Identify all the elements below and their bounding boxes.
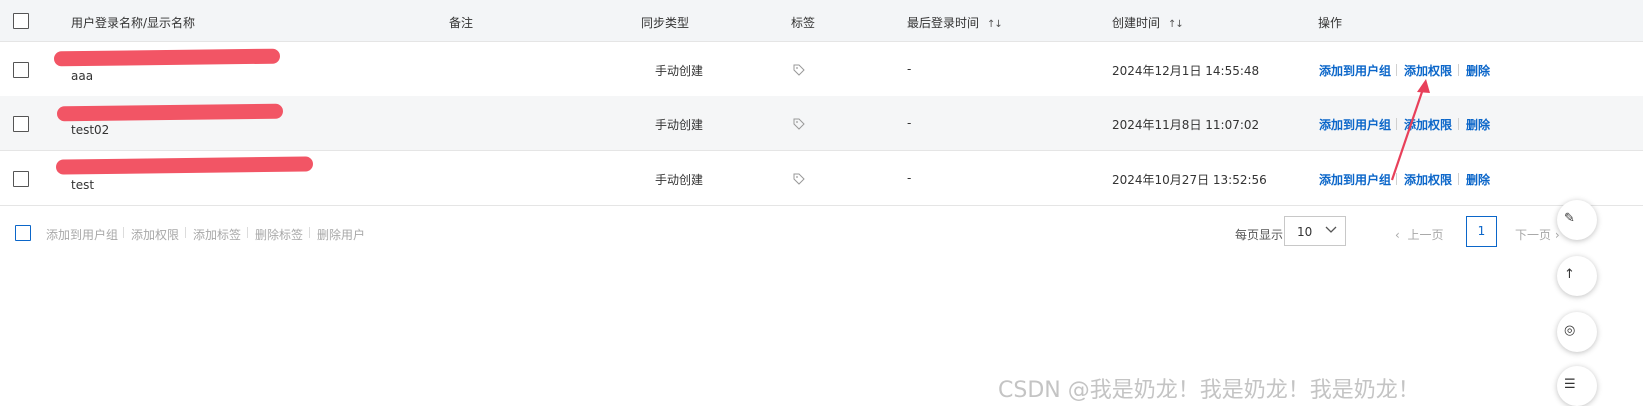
sort-icon[interactable]: ↑↓ [987, 19, 1003, 30]
display-name: test [71, 178, 95, 192]
chevron-left-icon: ‹ [1395, 228, 1400, 242]
bulk-add-tag-button[interactable]: 添加标签 [193, 226, 241, 243]
row-checkbox[interactable] [13, 171, 29, 187]
select-all-checkbox[interactable] [13, 13, 29, 29]
prev-page-label: 上一页 [1407, 228, 1444, 242]
add-to-group-link[interactable]: 添加到用户组 [1319, 62, 1391, 79]
bulk-delete-user-button[interactable]: 删除用户 [317, 226, 365, 243]
add-to-group-link[interactable]: 添加到用户组 [1319, 116, 1391, 133]
delete-link[interactable]: 删除 [1466, 171, 1490, 188]
created-time: 2024年12月1日 14:55:48 [1112, 64, 1260, 78]
row-checkbox[interactable] [13, 116, 29, 132]
table-row: aaa 手动创建 - 2024年12月1日 14:55:48 添加到用户组 添加… [0, 42, 1643, 97]
side-button-icon: ◎ [1564, 323, 1576, 338]
row-checkbox[interactable] [13, 62, 29, 78]
divider [1458, 118, 1459, 130]
divider [1396, 64, 1397, 76]
watermark: CSDN @我是奶龙！我是奶龙！我是奶龙！ [998, 378, 1420, 403]
side-button-icon: ☰ [1564, 377, 1576, 392]
header-sync-type: 同步类型 [641, 16, 690, 30]
header-note: 备注 [449, 16, 474, 30]
add-to-group-link[interactable]: 添加到用户组 [1319, 171, 1391, 188]
delete-link[interactable]: 删除 [1466, 62, 1490, 79]
header-last-login-label: 最后登录时间 [907, 16, 980, 30]
tag-icon[interactable] [793, 64, 805, 76]
prev-page-button[interactable]: ‹ 上一页 [1395, 226, 1443, 243]
header-tags: 标签 [791, 16, 816, 30]
next-page-button[interactable]: 下一页 › [1515, 226, 1560, 243]
header-created[interactable]: 创建时间 ↑↓ [1112, 14, 1184, 31]
table-header: 用户登录名称/显示名称 备注 同步类型 标签 最后登录时间 ↑↓ 创建时间 ↑↓ 操… [0, 0, 1643, 42]
table-row: test02 手动创建 - 2024年11月8日 11:07:02 添加到用户组… [0, 96, 1643, 151]
per-page-value: 10 [1297, 225, 1313, 239]
side-float-button[interactable]: ✎ [1557, 200, 1597, 240]
side-float-button[interactable]: ☰ [1557, 366, 1597, 406]
table-footer: 添加到用户组 添加权限 添加标签 删除标签 删除用户 每页显示 10 ‹ 上一页… [0, 206, 1643, 258]
side-button-icon: ↑ [1564, 267, 1575, 282]
divider [123, 227, 124, 238]
side-button-icon: ✎ [1564, 211, 1575, 226]
bulk-remove-tag-button[interactable]: 删除标签 [255, 226, 303, 243]
header-operations: 操作 [1318, 16, 1343, 30]
divider [247, 227, 248, 238]
display-name: aaa [71, 69, 94, 83]
created-time: 2024年10月27日 13:52:56 [1112, 173, 1267, 187]
sort-icon[interactable]: ↑↓ [1168, 19, 1184, 30]
redaction-mark [55, 156, 314, 175]
sync-type: 手动创建 [655, 64, 704, 78]
divider [309, 227, 310, 238]
side-float-button[interactable]: ↑ [1557, 256, 1597, 296]
display-name: test02 [71, 123, 110, 137]
delete-link[interactable]: 删除 [1466, 116, 1490, 133]
last-login: - [907, 116, 912, 130]
redaction-mark [56, 103, 284, 122]
header-last-login[interactable]: 最后登录时间 ↑↓ [907, 14, 1003, 31]
last-login: - [907, 171, 912, 185]
header-created-label: 创建时间 [1112, 16, 1161, 30]
sync-type: 手动创建 [655, 173, 704, 187]
divider [1396, 173, 1397, 185]
divider [1396, 118, 1397, 130]
last-login: - [907, 62, 912, 76]
created-time: 2024年11月8日 11:07:02 [1112, 118, 1260, 132]
add-permission-link[interactable]: 添加权限 [1404, 116, 1452, 133]
bulk-add-to-group-button[interactable]: 添加到用户组 [46, 226, 118, 243]
divider [185, 227, 186, 238]
tag-icon[interactable] [793, 173, 805, 185]
bulk-add-permission-button[interactable]: 添加权限 [131, 226, 179, 243]
add-permission-link[interactable]: 添加权限 [1404, 62, 1452, 79]
add-permission-link[interactable]: 添加权限 [1404, 171, 1452, 188]
next-page-label: 下一页 [1515, 228, 1552, 242]
per-page-label: 每页显示 [1235, 228, 1284, 242]
chevron-down-icon [1325, 226, 1337, 233]
divider [1458, 64, 1459, 76]
divider [1458, 173, 1459, 185]
sync-type: 手动创建 [655, 118, 704, 132]
redaction-mark [53, 48, 281, 67]
bulk-select-checkbox[interactable] [15, 225, 31, 241]
per-page-select[interactable]: 10 [1284, 216, 1346, 246]
current-page-button[interactable]: 1 [1466, 216, 1497, 247]
table-row: test 手动创建 - 2024年10月27日 13:52:56 添加到用户组 … [0, 151, 1643, 206]
tag-icon[interactable] [793, 118, 805, 130]
header-username: 用户登录名称/显示名称 [71, 16, 196, 30]
side-float-button[interactable]: ◎ [1557, 312, 1597, 352]
